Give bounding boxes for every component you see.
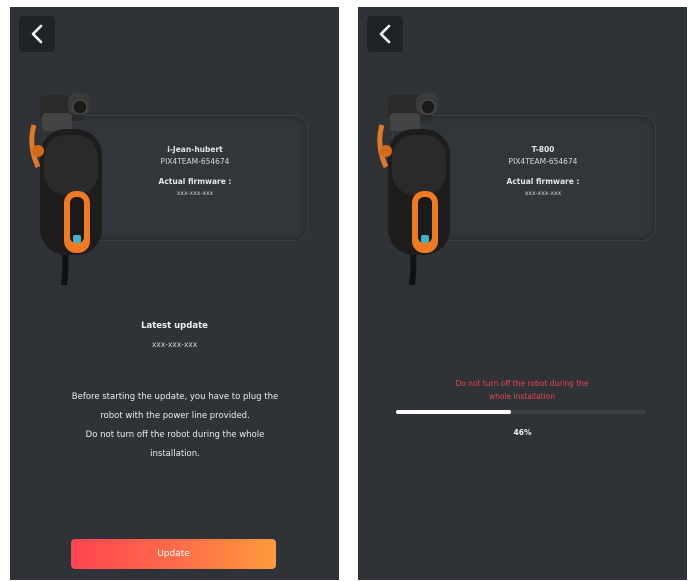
chevron-left-icon <box>379 24 391 44</box>
notice-line: Do not turn off the robot during the who… <box>85 430 265 440</box>
firmware-label: Actual firmware : <box>158 177 232 186</box>
update-notice: Before starting the update, you have to … <box>36 388 314 464</box>
update-screen-left: i-Jean-hubert PIX4TEAM-654674 Actual fir… <box>10 7 339 580</box>
chevron-left-icon <box>31 24 43 44</box>
firmware-label: Actual firmware : <box>506 177 580 186</box>
notice-line: robot with the power line provided. <box>100 411 250 421</box>
progress-bar <box>396 410 646 414</box>
installation-warning: Do not turn off the robot during the who… <box>418 377 626 403</box>
notice-line: installation. <box>150 449 200 459</box>
warning-line: whole installation <box>489 392 555 401</box>
device-team: PIX4TEAM-654674 <box>508 157 578 166</box>
warning-line: Do not turn off the robot during the <box>455 379 589 388</box>
robot-image <box>377 93 450 285</box>
progress-fill <box>396 410 511 414</box>
device-name: i-Jean-hubert <box>167 145 223 154</box>
progress-percent: 46% <box>513 428 532 437</box>
device-name: T-800 <box>531 145 555 154</box>
firmware-value: xxx-xxx-xxx <box>524 190 562 197</box>
firmware-value: xxx-xxx-xxx <box>176 190 214 197</box>
device-info: i-Jean-hubert PIX4TEAM-654674 Actual fir… <box>120 144 270 199</box>
robot-image <box>29 93 102 285</box>
update-button[interactable]: Update <box>71 539 276 569</box>
latest-update-value: xxx-xxx-xxx <box>151 340 198 349</box>
back-button[interactable] <box>19 16 55 52</box>
update-screen-right: T-800 PIX4TEAM-654674 Actual firmware : … <box>358 7 687 580</box>
latest-update-title: Latest update <box>141 321 208 331</box>
device-info: T-800 PIX4TEAM-654674 Actual firmware : … <box>468 144 618 199</box>
device-team: PIX4TEAM-654674 <box>160 157 230 166</box>
notice-line: Before starting the update, you have to … <box>71 392 279 402</box>
back-button[interactable] <box>367 16 403 52</box>
